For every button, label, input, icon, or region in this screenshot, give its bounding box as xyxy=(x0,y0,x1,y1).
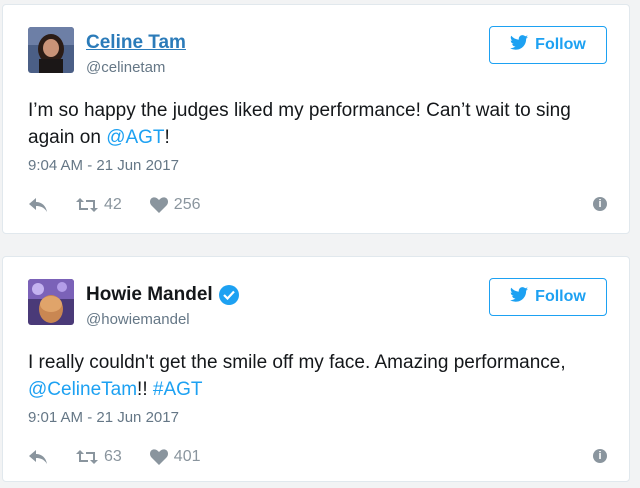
like-count: 401 xyxy=(173,448,201,465)
like-button[interactable]: 256 xyxy=(149,196,201,214)
tweet-text-part: !! xyxy=(137,379,153,400)
reply-icon xyxy=(29,198,47,212)
reply-button[interactable] xyxy=(28,197,48,213)
mention-link[interactable]: @CelineTam xyxy=(28,379,137,400)
twitter-bird-icon xyxy=(510,35,529,55)
author-name[interactable]: Howie Mandel xyxy=(86,284,213,306)
follow-label: Follow xyxy=(535,36,586,53)
info-icon[interactable]: i xyxy=(593,449,607,463)
tweet-text-part: I really couldn't get the smile off my f… xyxy=(28,352,566,373)
author-name[interactable]: Celine Tam xyxy=(86,32,186,54)
reply-icon xyxy=(29,450,47,464)
avatar[interactable] xyxy=(28,27,74,73)
author-handle[interactable]: @celinetam xyxy=(86,59,165,76)
retweet-count: 63 xyxy=(104,448,122,465)
retweet-button[interactable]: 63 xyxy=(76,448,122,466)
tweet-text: I’m so happy the judges liked my perform… xyxy=(28,97,613,151)
twitter-bird-icon xyxy=(510,287,529,307)
author-name-row: Howie Mandel xyxy=(86,284,239,306)
retweet-icon xyxy=(76,198,98,212)
avatar[interactable] xyxy=(28,279,74,325)
follow-label: Follow xyxy=(535,288,586,305)
info-icon[interactable]: i xyxy=(593,197,607,211)
retweet-count: 42 xyxy=(104,196,122,213)
tweet-card: Celine Tam @celinetam Follow I’m so happ… xyxy=(2,4,630,234)
action-bar: 63 401 i xyxy=(28,445,607,469)
action-bar: 42 256 i xyxy=(28,193,607,217)
verified-badge-icon xyxy=(218,285,239,305)
tweet-card: Howie Mandel @howiemandel Follow I reall… xyxy=(2,256,630,482)
author-handle[interactable]: @howiemandel xyxy=(86,311,190,328)
retweet-icon xyxy=(76,450,98,464)
heart-icon xyxy=(149,449,168,465)
reply-button[interactable] xyxy=(28,449,48,465)
tweet-text: I really couldn't get the smile off my f… xyxy=(28,349,613,403)
mention-link[interactable]: @AGT xyxy=(106,127,164,148)
like-count: 256 xyxy=(173,196,201,213)
timestamp[interactable]: 9:04 AM - 21 Jun 2017 xyxy=(28,157,179,174)
heart-icon xyxy=(149,197,168,213)
like-button[interactable]: 401 xyxy=(149,448,201,466)
follow-button[interactable]: Follow xyxy=(489,26,607,64)
tweet-text-part: ! xyxy=(164,127,170,148)
hashtag-link[interactable]: #AGT xyxy=(153,379,203,400)
follow-button[interactable]: Follow xyxy=(489,278,607,316)
retweet-button[interactable]: 42 xyxy=(76,196,122,214)
timestamp[interactable]: 9:01 AM - 21 Jun 2017 xyxy=(28,409,179,426)
